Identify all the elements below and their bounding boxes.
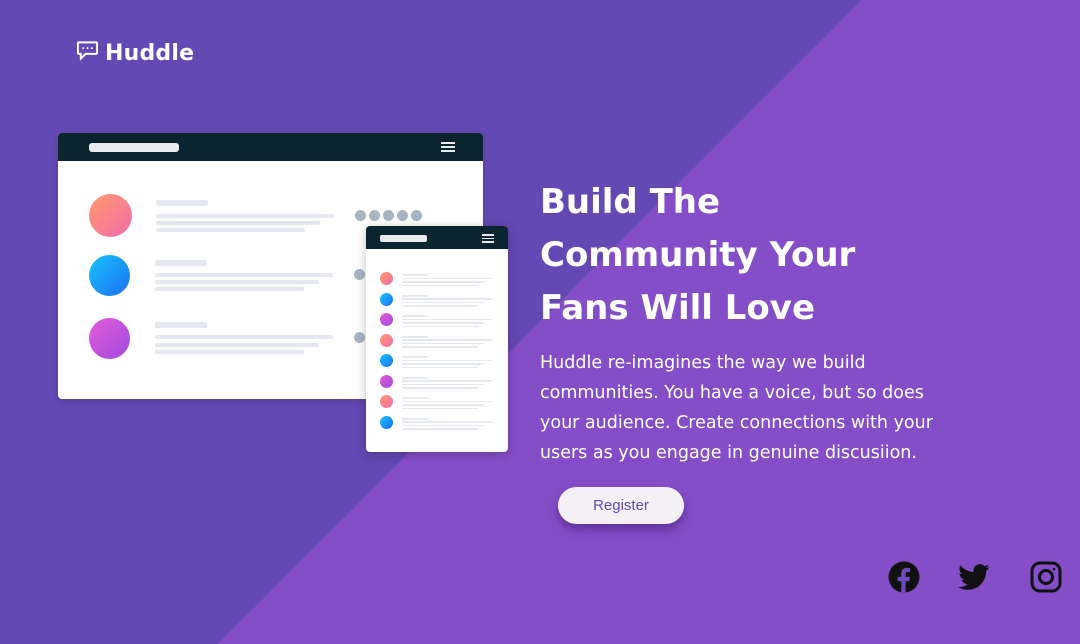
headline-line: Community Your xyxy=(540,235,856,275)
placeholder-line xyxy=(402,294,428,297)
placeholder-line xyxy=(402,400,492,403)
placeholder-line xyxy=(402,284,478,286)
placeholder-line xyxy=(156,221,320,225)
placeholder-line xyxy=(402,281,484,283)
placeholder-line xyxy=(156,214,334,218)
placeholder-line xyxy=(402,342,484,344)
placeholder-line xyxy=(402,380,492,382)
placeholder-line xyxy=(402,318,492,321)
placeholder-line xyxy=(402,376,428,379)
avatar xyxy=(380,272,393,285)
avatar xyxy=(89,318,130,359)
avatar xyxy=(380,395,393,408)
placeholder-line xyxy=(402,298,492,300)
mockup-header-bar xyxy=(366,226,508,249)
hamburger-menu-icon xyxy=(482,234,494,245)
placeholder-line xyxy=(402,315,428,317)
headline-line: Build The xyxy=(540,182,721,222)
hero-description: Huddle re-imagines the way we build comm… xyxy=(540,348,940,468)
chat-bubble-icon xyxy=(76,40,99,66)
placeholder-line xyxy=(402,322,484,324)
placeholder-line xyxy=(155,343,319,347)
facebook-icon[interactable] xyxy=(888,561,920,593)
logo[interactable]: Huddle xyxy=(76,40,194,66)
placeholder-line xyxy=(402,397,428,399)
headline-line: Fans Will Love xyxy=(540,288,816,328)
dot xyxy=(383,210,394,221)
placeholder-line xyxy=(402,424,484,426)
avatar xyxy=(89,255,130,296)
dot xyxy=(411,210,422,221)
avatar xyxy=(380,354,393,367)
avatar xyxy=(380,313,393,326)
hamburger-menu-icon xyxy=(441,142,455,154)
description-line: users as you engage in genuine discusiio… xyxy=(540,443,917,463)
placeholder-line xyxy=(402,274,428,276)
dot xyxy=(369,210,380,221)
brand-name: Huddle xyxy=(105,40,195,66)
placeholder-line xyxy=(155,273,333,277)
hero-headline: Build The Community Your Fans Will Love xyxy=(540,176,900,335)
avatar xyxy=(89,194,132,237)
placeholder-line xyxy=(155,350,304,354)
avatar xyxy=(380,333,393,347)
placeholder-line xyxy=(402,301,484,303)
placeholder-line xyxy=(402,363,484,365)
placeholder-line xyxy=(155,287,304,291)
placeholder-line xyxy=(155,335,333,339)
placeholder-line xyxy=(402,305,478,307)
placeholder-line xyxy=(155,280,319,284)
placeholder-line xyxy=(402,366,478,368)
avatar xyxy=(380,374,393,388)
illustration-mobile-mockup xyxy=(366,226,508,452)
placeholder-line xyxy=(156,200,208,206)
placeholder-line xyxy=(155,322,207,328)
placeholder-line xyxy=(402,383,484,385)
placeholder-line xyxy=(155,260,207,266)
placeholder-line xyxy=(156,228,305,232)
placeholder-line xyxy=(402,346,478,348)
placeholder-line xyxy=(402,359,492,362)
placeholder-line xyxy=(402,421,492,423)
mockup-header-bar xyxy=(58,133,483,161)
register-button[interactable]: Register xyxy=(558,487,684,524)
placeholder-line xyxy=(402,277,492,280)
mockup-title-placeholder xyxy=(380,235,427,242)
placeholder-line xyxy=(402,407,478,409)
dot xyxy=(397,210,408,221)
placeholder-line xyxy=(402,417,428,420)
placeholder-line xyxy=(402,404,484,406)
placeholder-line xyxy=(402,325,478,327)
mockup-title-placeholder xyxy=(89,143,179,152)
placeholder-line xyxy=(402,356,428,358)
description-line: communities. You have a voice, but so do… xyxy=(540,383,924,403)
placeholder-line xyxy=(402,339,492,341)
description-line: Huddle re-imagines the way we build xyxy=(540,353,866,373)
avatar xyxy=(380,415,393,429)
avatar xyxy=(380,292,393,306)
placeholder-line xyxy=(402,335,428,338)
twitter-icon[interactable] xyxy=(958,561,990,593)
placeholder-line xyxy=(402,428,478,430)
dot xyxy=(354,332,365,343)
description-line: your audience. Create connections with y… xyxy=(540,413,933,433)
dot xyxy=(355,210,366,221)
placeholder-line xyxy=(402,387,478,389)
instagram-icon[interactable] xyxy=(1030,561,1062,593)
dot xyxy=(354,269,365,280)
